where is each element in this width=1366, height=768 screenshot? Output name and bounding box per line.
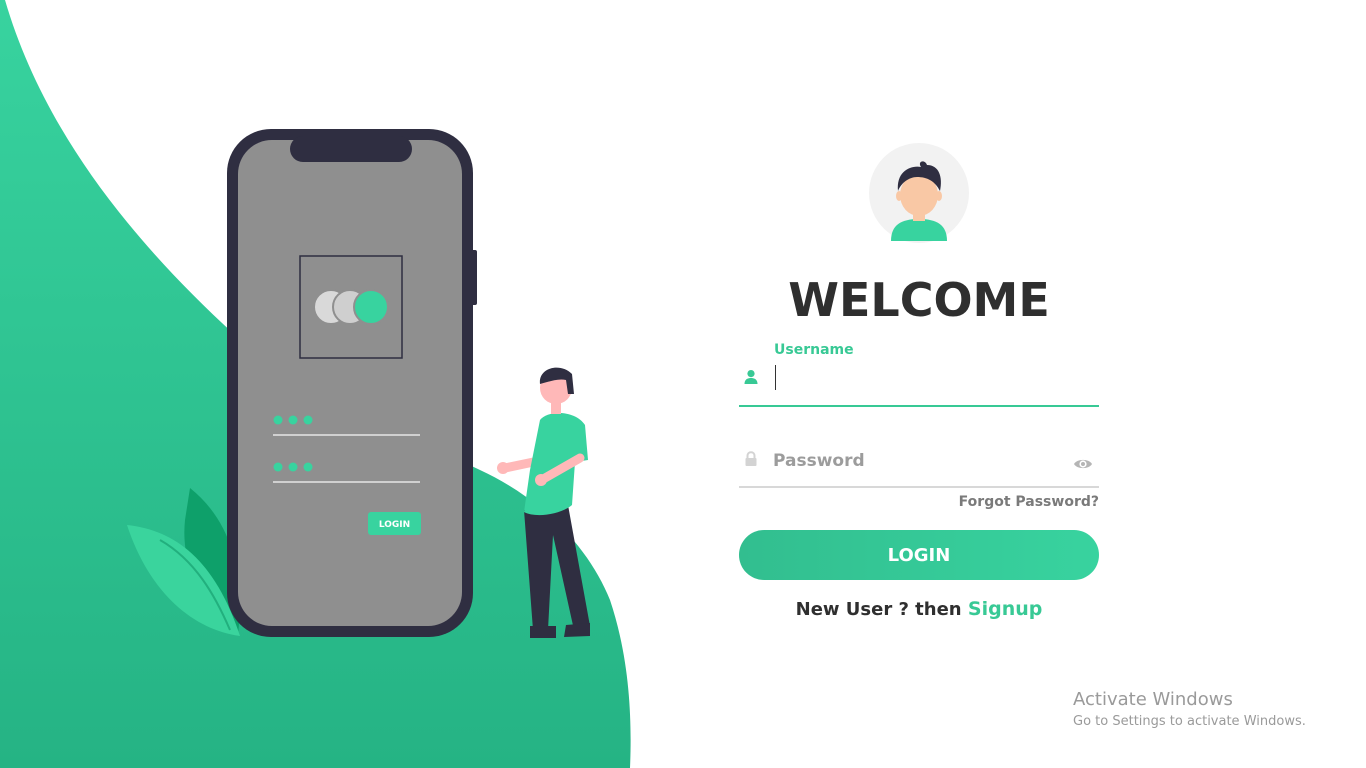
- username-input[interactable]: [773, 364, 1093, 392]
- username-label: Username: [774, 342, 854, 358]
- lock-icon: [745, 451, 757, 466]
- username-underline: [739, 405, 1099, 407]
- phone-login-button-label: LOGIN: [379, 520, 410, 530]
- signup-prompt: New User ? then Signup: [739, 598, 1099, 620]
- phone-logo-circle: [353, 289, 389, 325]
- phone-illustration: LOGIN: [227, 129, 477, 637]
- user-icon: [744, 370, 758, 384]
- password-input[interactable]: [773, 448, 1063, 474]
- activate-windows-subtitle: Go to Settings to activate Windows.: [1073, 714, 1306, 729]
- signup-link[interactable]: Signup: [968, 598, 1042, 620]
- forgot-password-link[interactable]: Forgot Password?: [899, 494, 1099, 510]
- login-page: LOGIN WELCOME Username Forgot Password? …: [0, 0, 1366, 768]
- eye-icon[interactable]: [1073, 457, 1093, 471]
- password-underline: [739, 486, 1099, 488]
- user-avatar-icon: [869, 143, 969, 243]
- username-field[interactable]: Username: [739, 340, 1099, 408]
- password-field[interactable]: [739, 440, 1099, 490]
- activate-windows-title: Activate Windows: [1073, 689, 1233, 710]
- signup-prompt-text: New User ? then: [795, 599, 962, 620]
- welcome-heading: WELCOME: [788, 273, 1050, 327]
- text-cursor: [775, 365, 776, 390]
- login-button[interactable]: LOGIN: [739, 530, 1099, 580]
- login-illustration: LOGIN: [0, 0, 631, 768]
